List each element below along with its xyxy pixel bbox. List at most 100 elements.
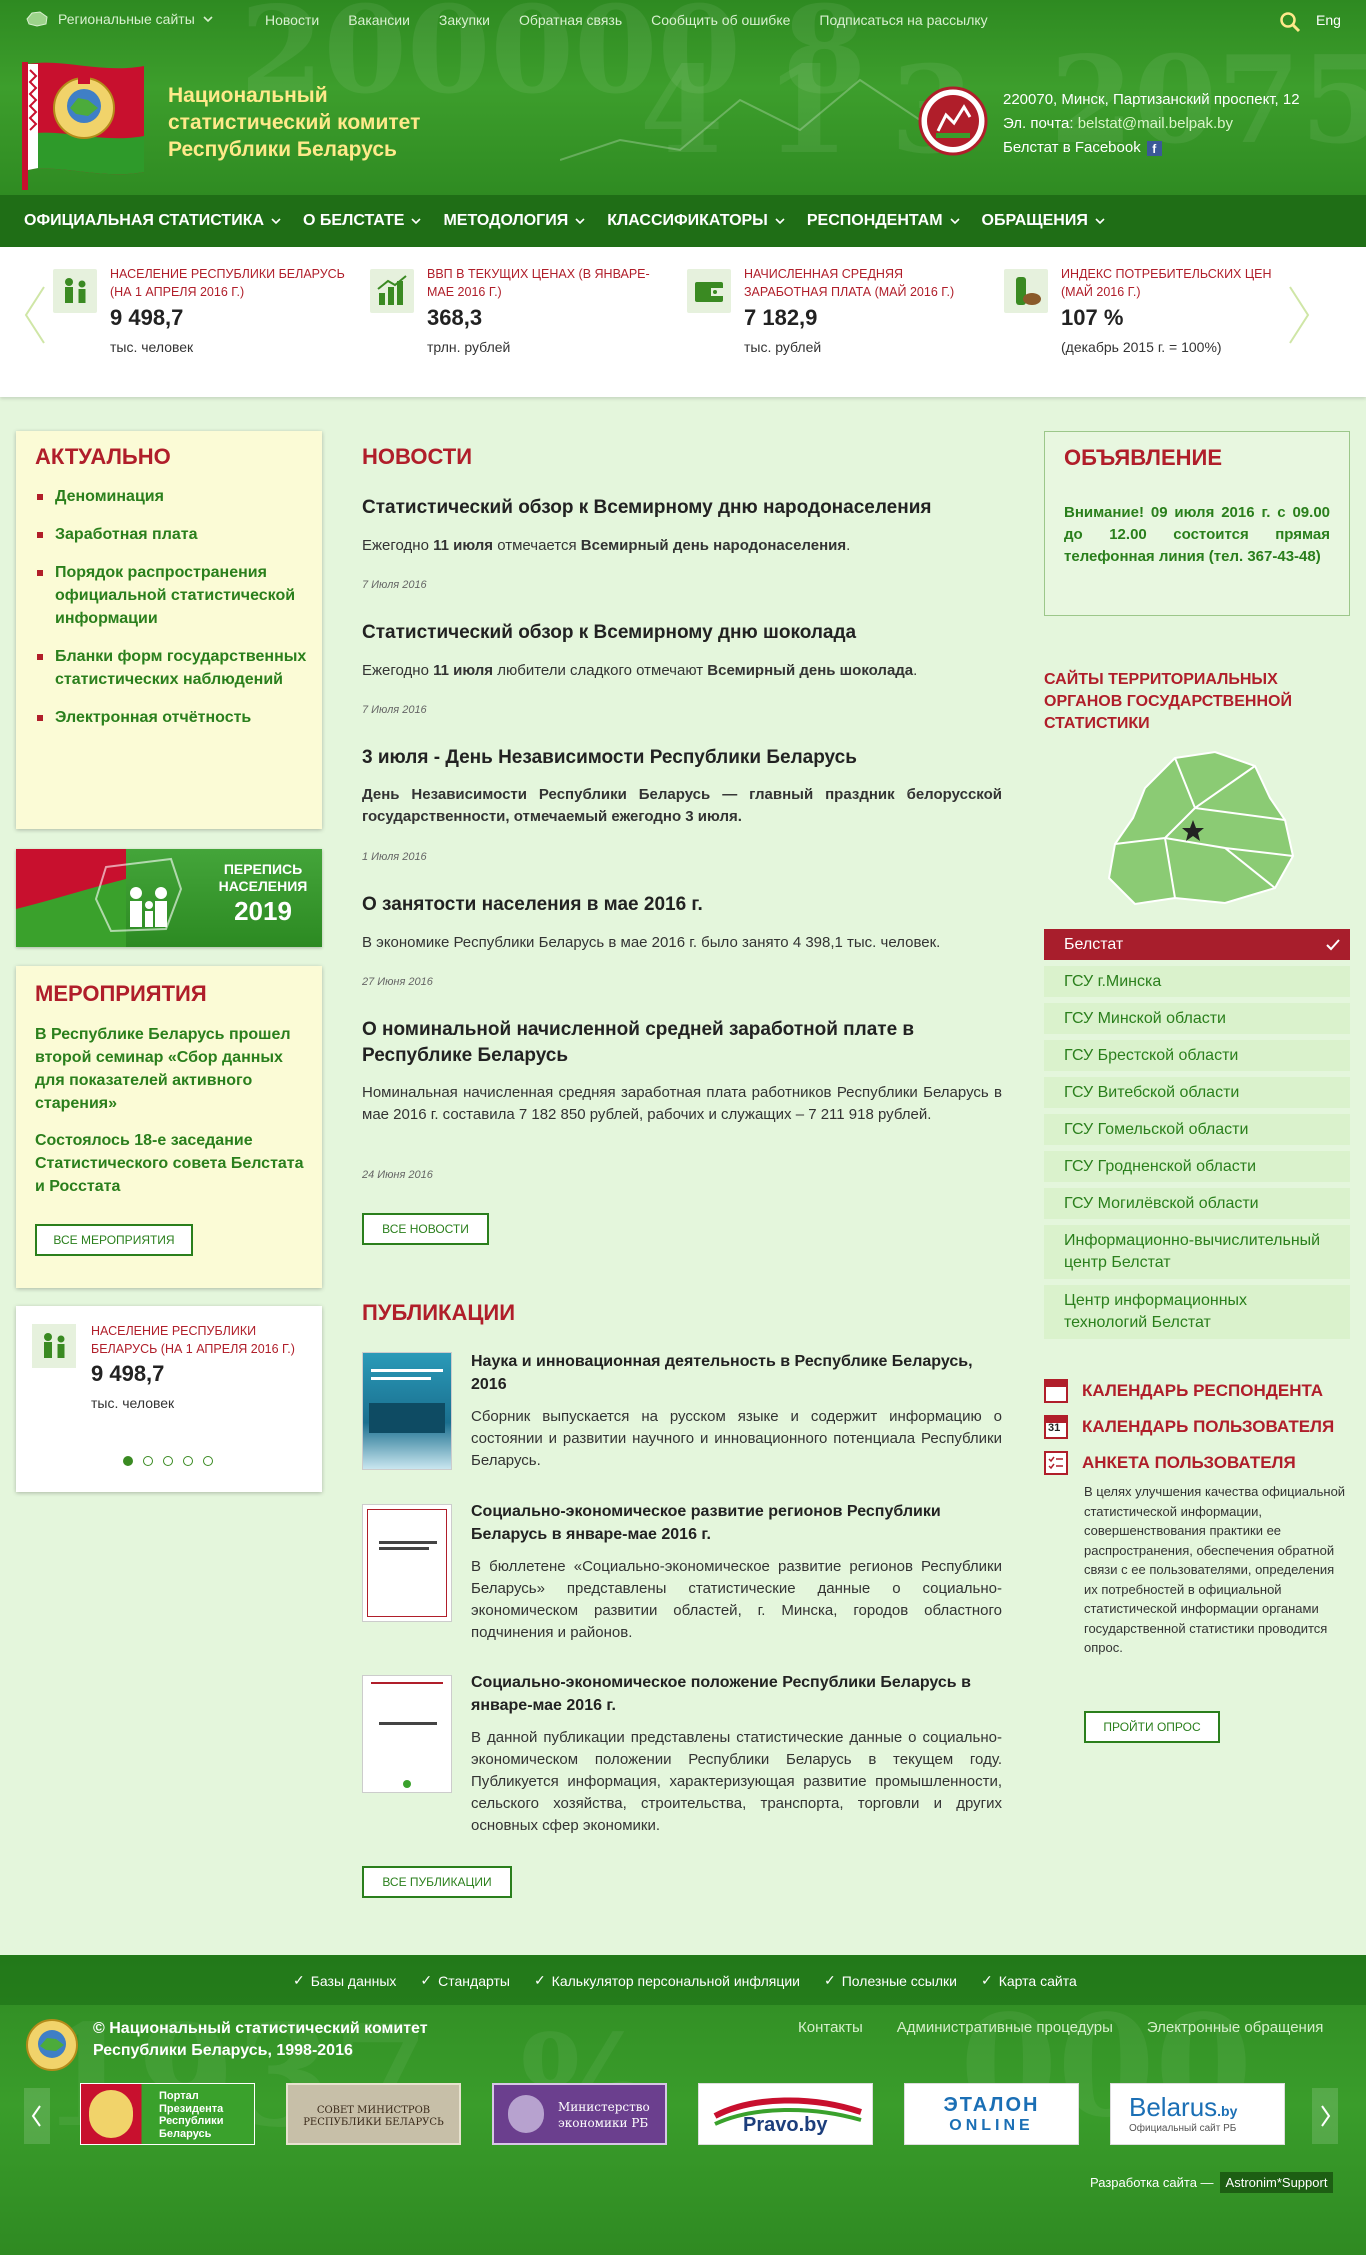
wallet-icon: [687, 269, 731, 313]
actual-item-e-reporting[interactable]: Электронная отчётность: [35, 706, 310, 729]
carousel-dot[interactable]: [143, 1456, 153, 1466]
cover-line: [371, 1377, 431, 1380]
news-item-title[interactable]: Статистический обзор к Всемирному дню шо…: [362, 620, 1002, 646]
publication-title[interactable]: Социально-экономическое развитие регионо…: [471, 1500, 1002, 1546]
top-link-report-error[interactable]: Сообщить об ошибке: [651, 12, 790, 28]
site-title[interactable]: Национальный статистический комитет Респ…: [168, 82, 468, 163]
actual-item-forms[interactable]: Бланки форм государственных статистическ…: [35, 645, 310, 691]
publication-cover-science[interactable]: [362, 1352, 452, 1470]
search-icon[interactable]: [1279, 11, 1301, 33]
territorial-item-belstat[interactable]: Белстат: [1044, 929, 1350, 960]
all-news-button[interactable]: ВСЕ НОВОСТИ: [362, 1213, 489, 1245]
news-text-bold: 11 июля: [433, 537, 494, 554]
nav-about-belstat[interactable]: О БЕЛСТАТЕ: [303, 212, 422, 230]
actual-item-distribution-order[interactable]: Порядок распространения официальной стат…: [35, 561, 310, 630]
belarus-regions-map[interactable]: [1105, 748, 1300, 913]
event-item[interactable]: Состоялось 18-е заседание Статистическог…: [35, 1129, 313, 1198]
indicator-label: Индекс потребительских цен (май 2016 г.): [1061, 267, 1272, 299]
user-survey-link[interactable]: АНКЕТА ПОЛЬЗОВАТЕЛЯ: [1044, 1451, 1296, 1475]
publication-cover-situation[interactable]: [362, 1675, 452, 1793]
cover-border: [367, 1509, 447, 1617]
news-item-title[interactable]: О занятости населения в мае 2016 г.: [362, 892, 1002, 918]
top-link-subscribe[interactable]: Подписаться на рассылку: [819, 12, 987, 28]
top-link-vacancies[interactable]: Вакансии: [348, 12, 410, 28]
news-item-text: Ежегодно 11 июля отмечается Всемирный де…: [362, 535, 1002, 557]
partner-president-portal[interactable]: Портал Президента Республики Беларусь: [80, 2083, 255, 2145]
carousel-dot[interactable]: [203, 1456, 213, 1466]
respondent-calendar-link[interactable]: КАЛЕНДАРЬ РЕСПОНДЕНТА: [1044, 1379, 1323, 1403]
take-survey-button[interactable]: ПРОЙТИ ОПРОС: [1084, 1711, 1220, 1743]
partners-next-arrow-icon[interactable]: [1312, 2088, 1338, 2144]
partner-text: Президента: [159, 2102, 224, 2115]
news-item-date: 24 Июня 2016: [362, 1169, 433, 1181]
carousel-prev-arrow-icon[interactable]: [22, 285, 48, 345]
respondent-calendar-label: КАЛЕНДАРЬ РЕСПОНДЕНТА: [1082, 1381, 1324, 1400]
nav-respondents[interactable]: РЕСПОНДЕНТАМ: [807, 212, 960, 230]
partner-council-of-ministers[interactable]: СОВЕТ МИНИСТРОВ РЕСПУБЛИКИ БЕЛАРУСЬ: [286, 2083, 461, 2145]
territorial-item-it-center[interactable]: Центр информационных технологий Белстат: [1044, 1285, 1350, 1339]
partner-text: Беларусь: [159, 2127, 212, 2140]
event-item[interactable]: В Республике Беларусь прошел второй семи…: [35, 1023, 313, 1115]
check-icon: ✓: [420, 1972, 433, 1988]
emblem-icon: [508, 2095, 544, 2133]
news-item-title[interactable]: О номинальной начисленной средней зарабо…: [362, 1017, 1002, 1069]
nav-appeals[interactable]: ОБРАЩЕНИЯ: [982, 212, 1105, 230]
footer-link-sitemap[interactable]: ✓ Карта сайта: [981, 1972, 1077, 1989]
territorial-item-brest[interactable]: ГСУ Брестской области: [1044, 1040, 1350, 1071]
footer-link-useful-links[interactable]: ✓ Полезные ссылки: [824, 1972, 957, 1989]
news-text-part: любители сладкого отмечают: [493, 662, 708, 679]
user-calendar-label: КАЛЕНДАРЬ ПОЛЬЗОВАТЕЛЯ: [1082, 1417, 1335, 1436]
news-item-title[interactable]: 3 июля - День Независимости Республики Б…: [362, 745, 1002, 771]
partner-pravo-by[interactable]: Pravo.by: [698, 2083, 873, 2145]
partner-text: экономики РБ: [558, 2116, 649, 2130]
territorial-item-gomel[interactable]: ГСУ Гомельской области: [1044, 1114, 1350, 1145]
publication-cover-regions[interactable]: [362, 1504, 452, 1622]
news-text-part: .: [913, 662, 918, 679]
partners-prev-arrow-icon[interactable]: [24, 2088, 50, 2144]
footer-link-e-appeals[interactable]: Электронные обращения: [1147, 2019, 1323, 2036]
top-link-feedback[interactable]: Обратная связь: [519, 12, 622, 28]
partner-etalon-online[interactable]: ЭТАЛОН ONLINE: [904, 2083, 1079, 2145]
nav-official-statistics[interactable]: ОФИЦИАЛЬНАЯ СТАТИСТИКА: [24, 212, 281, 230]
national-flag-emblem-logo[interactable]: [22, 62, 150, 192]
territorial-item-minsk-city[interactable]: ГСУ г.Минска: [1044, 966, 1350, 997]
footer-link-standards[interactable]: ✓ Стандарты: [420, 1972, 510, 1989]
footer-link-admin-procedures[interactable]: Административные процедуры: [897, 2019, 1113, 2036]
territorial-item-computing-center[interactable]: Информационно-вычислительный центр Белст…: [1044, 1225, 1350, 1279]
territorial-item-minsk-region[interactable]: ГСУ Минской области: [1044, 1003, 1350, 1034]
actual-item-denomination[interactable]: Деноминация: [35, 485, 310, 508]
email-link[interactable]: belstat@mail.belpak.by: [1078, 115, 1233, 132]
publication-title[interactable]: Наука и инновационная деятельность в Рес…: [471, 1350, 1002, 1396]
site-header: 200000 8 4 1 3 2075 Региональные сайты Н…: [0, 0, 1366, 195]
partner-belarus-by[interactable]: Belarus.by Официальный сайт РБ: [1110, 2083, 1285, 2145]
territorial-item-vitebsk[interactable]: ГСУ Витебской области: [1044, 1077, 1350, 1108]
territorial-item-mogilev[interactable]: ГСУ Могилёвской области: [1044, 1188, 1350, 1219]
checkmark-icon: [1326, 938, 1340, 950]
main-navigation: ОФИЦИАЛЬНАЯ СТАТИСТИКА О БЕЛСТАТЕ МЕТОДО…: [0, 195, 1366, 247]
all-events-button[interactable]: ВСЕ МЕРОПРИЯТИЯ: [35, 1224, 193, 1256]
top-link-purchases[interactable]: Закупки: [439, 12, 490, 28]
news-item-title[interactable]: Статистический обзор к Всемирному дню на…: [362, 495, 1002, 521]
footer-link-databases[interactable]: ✓ Базы данных: [293, 1972, 396, 1989]
footer-link-contacts[interactable]: Контакты: [798, 2019, 863, 2036]
census-2019-banner[interactable]: ПЕРЕПИСЬ НАСЕЛЕНИЯ 2019: [16, 849, 322, 947]
partner-ministry-economy[interactable]: Министерство экономики РБ: [492, 2083, 667, 2145]
top-link-news[interactable]: Новости: [265, 12, 319, 28]
nav-methodology[interactable]: МЕТОДОЛОГИЯ: [443, 212, 585, 230]
nav-classifiers[interactable]: КЛАССИФИКАТОРЫ: [607, 212, 785, 230]
actual-item-salary[interactable]: Заработная плата: [35, 523, 310, 546]
publication-title[interactable]: Социально-экономическое положение Респуб…: [471, 1671, 1002, 1717]
language-switch-eng[interactable]: Eng: [1316, 12, 1341, 28]
carousel-dot[interactable]: [163, 1456, 173, 1466]
user-calendar-link[interactable]: 31 КАЛЕНДАРЬ ПОЛЬЗОВАТЕЛЯ: [1044, 1415, 1334, 1439]
carousel-dot-active[interactable]: [123, 1456, 133, 1466]
carousel-dot[interactable]: [183, 1456, 193, 1466]
footer-link-inflation-calculator[interactable]: ✓ Калькулятор персональной инфляции: [534, 1972, 800, 1989]
all-publications-button[interactable]: ВСЕ ПУБЛИКАЦИИ: [362, 1866, 512, 1898]
publication-text: В бюллетене «Социально-экономическое раз…: [471, 1558, 1002, 1641]
calendar-day: 31: [1048, 1422, 1061, 1434]
developer-link[interactable]: Astronim*Support: [1219, 2172, 1334, 2193]
regional-sites-dropdown[interactable]: Региональные сайты: [24, 10, 213, 28]
facebook-link[interactable]: Белстат в Facebook f: [1003, 136, 1300, 160]
territorial-item-grodno[interactable]: ГСУ Гродненской области: [1044, 1151, 1350, 1182]
